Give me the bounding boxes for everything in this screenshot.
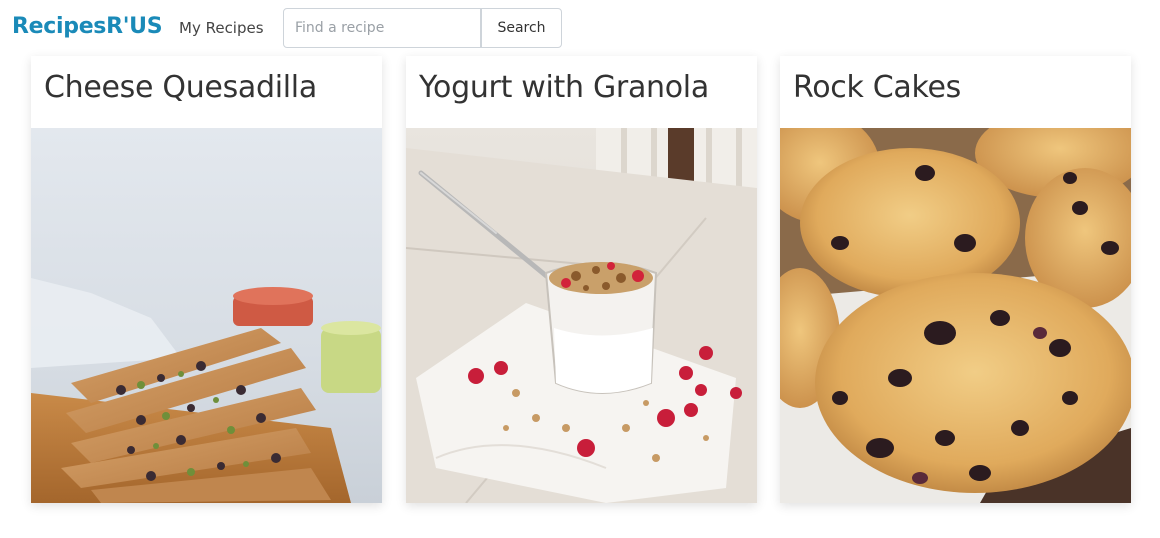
recipe-image-yogurt-granola[interactable] — [406, 128, 757, 503]
recipe-image-rock-cakes[interactable] — [780, 128, 1131, 503]
recipe-card-title[interactable]: Rock Cakes — [793, 70, 961, 105]
recipe-card-title[interactable]: Yogurt with Granola — [419, 70, 709, 105]
brand-logo[interactable]: RecipesR'US — [12, 14, 163, 39]
nav-link-my-recipes[interactable]: My Recipes — [179, 19, 264, 37]
recipe-card-rock-cakes[interactable]: Rock Cakes — [780, 56, 1131, 503]
recipe-card-yogurt-with-granola[interactable]: Yogurt with Granola — [406, 56, 757, 503]
search-button[interactable]: Search — [481, 8, 562, 48]
recipe-card-title[interactable]: Cheese Quesadilla — [44, 70, 317, 105]
recipe-card-cheese-quesadilla[interactable]: Cheese Quesadilla — [31, 56, 382, 503]
recipe-image-quesadilla[interactable] — [31, 128, 382, 503]
search-input[interactable] — [283, 8, 481, 48]
navbar: RecipesR'US My Recipes Search — [0, 0, 1160, 58]
